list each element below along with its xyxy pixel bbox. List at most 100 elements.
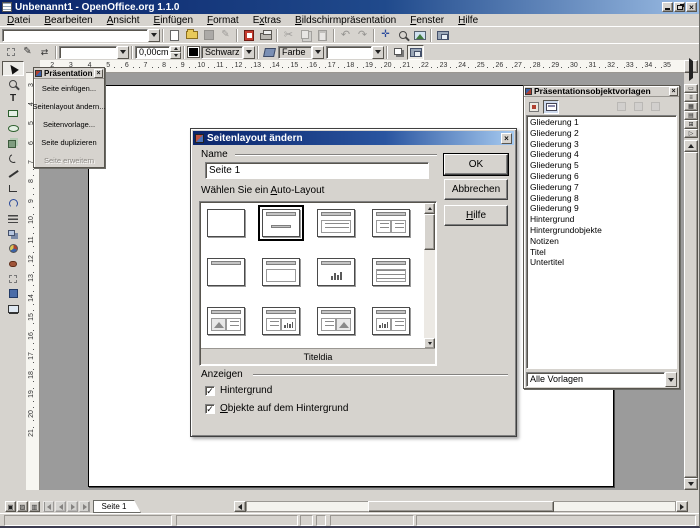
- page-mode-button[interactable]: ▣: [5, 501, 16, 512]
- presentation-box-button[interactable]: [434, 28, 451, 43]
- alignment-tool-button[interactable]: [2, 211, 24, 226]
- update-style-button[interactable]: [647, 100, 663, 114]
- navigator-button[interactable]: ✛: [377, 28, 394, 43]
- zoom-button[interactable]: [394, 28, 411, 43]
- layout-blank[interactable]: [207, 209, 245, 237]
- layout-title-box[interactable]: [262, 258, 300, 286]
- paste-button[interactable]: [314, 28, 331, 43]
- presentation-command-seite-duplizieren[interactable]: Seite duplizieren: [34, 133, 104, 151]
- style-item-gliederung-6[interactable]: Gliederung 6: [527, 171, 676, 182]
- style-item-gliederung-4[interactable]: Gliederung 4: [527, 149, 676, 160]
- layout-title-subtitle[interactable]: [262, 209, 300, 237]
- layout-title-content-image[interactable]: [317, 307, 355, 335]
- new-document-button[interactable]: [166, 28, 183, 43]
- dialog-titlebar[interactable]: Seitenlayout ändern ×: [193, 131, 514, 145]
- scrollbar-thumb[interactable]: [424, 214, 435, 250]
- menu-datei[interactable]: Datei: [0, 14, 37, 27]
- minimize-button[interactable]: [662, 2, 673, 12]
- menu-fenster[interactable]: Fenster: [403, 14, 451, 27]
- url-input[interactable]: [2, 29, 148, 42]
- interaction-tool-button[interactable]: [2, 256, 24, 271]
- spin-down-button[interactable]: [170, 52, 181, 59]
- presentation-box-toggle-button[interactable]: [407, 45, 424, 60]
- connector-tool-button[interactable]: [2, 181, 24, 196]
- style-item-untertitel[interactable]: Untertitel: [527, 257, 676, 268]
- layout-title-content[interactable]: [317, 209, 355, 237]
- style-item-gliederung-2[interactable]: Gliederung 2: [527, 128, 676, 139]
- style-item-gliederung-8[interactable]: Gliederung 8: [527, 193, 676, 204]
- handout-view-button[interactable]: ⊞: [684, 120, 698, 129]
- scroll-up-button[interactable]: [424, 203, 435, 214]
- line-style-combobox[interactable]: [59, 46, 129, 59]
- next-page-button[interactable]: [67, 501, 78, 512]
- start-slide-show-button[interactable]: ▷: [684, 129, 698, 138]
- slide-view-button[interactable]: ▦: [684, 102, 698, 111]
- layout-title-2content[interactable]: [372, 209, 410, 237]
- layout-title-content-chart[interactable]: [262, 307, 300, 335]
- presentation-command-seite-einfügen-[interactable]: Seite einfügen...: [34, 79, 104, 97]
- export-pdf-button[interactable]: [240, 28, 257, 43]
- line-style-dropdown-button[interactable]: [117, 46, 129, 59]
- redo-button[interactable]: ↷: [354, 28, 371, 43]
- insert-tool-button[interactable]: [2, 286, 24, 301]
- line-color-combobox[interactable]: Schwarz: [201, 46, 255, 59]
- menu-hilfe[interactable]: Hilfe: [451, 14, 485, 27]
- help-button[interactable]: Hilfe: [444, 205, 508, 226]
- style-list[interactable]: Gliederung 1Gliederung 2Gliederung 3Glie…: [526, 115, 677, 369]
- previous-page-button[interactable]: [55, 501, 66, 512]
- ok-button[interactable]: OK: [444, 154, 508, 175]
- cancel-button[interactable]: Abbrechen: [444, 179, 508, 200]
- style-item-titel[interactable]: Titel: [527, 247, 676, 258]
- close-icon[interactable]: ×: [94, 69, 103, 78]
- copy-button[interactable]: [297, 28, 314, 43]
- line-color-dropdown-button[interactable]: [243, 46, 255, 59]
- style-filter-dropdown-button[interactable]: [665, 372, 677, 387]
- shadow-button[interactable]: [390, 45, 407, 60]
- horizontal-scrollbar-thumb[interactable]: [368, 501, 554, 512]
- scroll-up-button[interactable]: [684, 140, 698, 152]
- print-direct-button[interactable]: [257, 28, 274, 43]
- menu-einfügen[interactable]: Einfügen: [147, 14, 200, 27]
- zoom-tool-button[interactable]: [2, 76, 24, 91]
- menu-format[interactable]: Format: [200, 14, 246, 27]
- undo-button[interactable]: ↶: [337, 28, 354, 43]
- style-filter-combobox[interactable]: Alle Vorlagen: [526, 372, 677, 385]
- new-style-from-selection-button[interactable]: [630, 100, 646, 114]
- checkbox-objekte-auf-dem-hintergrund[interactable]: ✓: [205, 404, 215, 414]
- rotate-tool-button[interactable]: [2, 196, 24, 211]
- style-item-gliederung-1[interactable]: Gliederung 1: [527, 117, 676, 128]
- save-button[interactable]: [200, 28, 217, 43]
- url-dropdown-button[interactable]: [148, 29, 160, 42]
- layout-grid-view[interactable]: [201, 203, 426, 349]
- edit-file-button[interactable]: ✎: [217, 28, 234, 43]
- outline-view-button[interactable]: ≡: [684, 93, 698, 102]
- layout-grid-scrollbar[interactable]: [424, 203, 435, 349]
- close-button[interactable]: ×: [686, 2, 697, 12]
- layout-title-chart[interactable]: [317, 258, 355, 286]
- first-page-button[interactable]: [43, 501, 54, 512]
- ruler-corner-button[interactable]: [684, 60, 698, 73]
- edit-points-button[interactable]: [2, 45, 19, 60]
- menu-extras[interactable]: Extras: [246, 14, 288, 27]
- tab-seite-1[interactable]: Seite 1: [93, 500, 141, 513]
- rectangle-tool-button[interactable]: [2, 106, 24, 121]
- title-bar[interactable]: Unbenannt1 - OpenOffice.org 1.1.0 ×: [0, 0, 700, 14]
- style-item-gliederung-5[interactable]: Gliederung 5: [527, 160, 676, 171]
- open-button[interactable]: [183, 28, 200, 43]
- fill-format-mode-button[interactable]: [613, 100, 629, 114]
- fill-type-dropdown-button[interactable]: [312, 46, 324, 59]
- checkbox-hintergrund[interactable]: ✓: [205, 386, 215, 396]
- select-tool-button[interactable]: [2, 61, 24, 76]
- notes-view-button[interactable]: ▤: [684, 111, 698, 120]
- arrow-style-button[interactable]: ⇄: [36, 45, 53, 60]
- url-combobox[interactable]: [2, 29, 160, 42]
- fill-bucket-button[interactable]: [261, 45, 278, 60]
- curve-tool-button[interactable]: [2, 151, 24, 166]
- presentation-styles-button[interactable]: [543, 100, 559, 114]
- cut-button[interactable]: ✂: [280, 28, 297, 43]
- style-item-gliederung-7[interactable]: Gliederung 7: [527, 182, 676, 193]
- line-width-field[interactable]: 0,00cm: [135, 46, 181, 59]
- scroll-down-button[interactable]: [684, 478, 698, 490]
- effects-tool-button[interactable]: [2, 241, 24, 256]
- layout-title-table[interactable]: [372, 258, 410, 286]
